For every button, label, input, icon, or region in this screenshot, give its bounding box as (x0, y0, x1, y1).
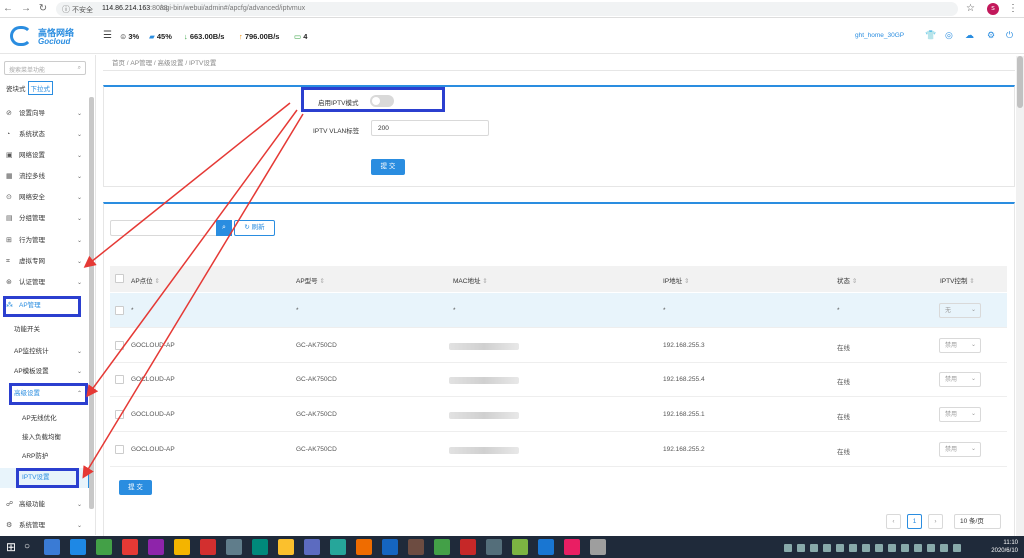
taskbar-app-icon[interactable] (434, 539, 450, 555)
arrow-to-ap-menu (83, 102, 291, 268)
tray-icon[interactable] (901, 544, 909, 552)
annotation-arrows (82, 102, 304, 479)
arrow-to-advanced-menu (86, 109, 298, 398)
taskbar-app-icon[interactable] (70, 539, 86, 555)
taskbar-app-icon[interactable] (252, 539, 268, 555)
taskbar-app-icon[interactable] (96, 539, 112, 555)
taskbar-app-icon[interactable] (330, 539, 346, 555)
tray-icon[interactable] (784, 544, 792, 552)
tray-icon[interactable] (927, 544, 935, 552)
taskbar-app-icon[interactable] (278, 539, 294, 555)
tray-icon[interactable] (823, 544, 831, 552)
taskbar-clock[interactable]: 11:10 2020/6/10 (976, 539, 1018, 555)
tray-icon[interactable] (940, 544, 948, 552)
tray-icon[interactable] (797, 544, 805, 552)
taskbar-app-icon[interactable] (408, 539, 424, 555)
taskbar-app-icon[interactable] (512, 539, 528, 555)
taskbar-app-icon[interactable] (356, 539, 372, 555)
tray-icon[interactable] (875, 544, 883, 552)
tray-icon[interactable] (849, 544, 857, 552)
search-icon[interactable]: ○ (24, 541, 30, 552)
taskbar-app-icon[interactable] (174, 539, 190, 555)
tray-icon[interactable] (836, 544, 844, 552)
taskbar-app-icon[interactable] (148, 539, 164, 555)
windows-start-icon[interactable]: ⊞ (6, 540, 16, 554)
arrow-to-iptv-menu (82, 113, 304, 479)
taskbar-app-icon[interactable] (200, 539, 216, 555)
taskbar-app-icon[interactable] (460, 539, 476, 555)
taskbar-app-icon[interactable] (226, 539, 242, 555)
taskbar-app-icon[interactable] (122, 539, 138, 555)
taskbar-app-icon[interactable] (486, 539, 502, 555)
tray-icon[interactable] (810, 544, 818, 552)
taskbar-app-icon[interactable] (304, 539, 320, 555)
taskbar-app-icon[interactable] (44, 539, 60, 555)
taskbar-app-icon[interactable] (564, 539, 580, 555)
taskbar-app-icon[interactable] (590, 539, 606, 555)
tray-icon[interactable] (953, 544, 961, 552)
taskbar-app-icon[interactable] (538, 539, 554, 555)
tray-icon[interactable] (914, 544, 922, 552)
taskbar-app-icon[interactable] (382, 539, 398, 555)
tray-icon[interactable] (888, 544, 896, 552)
tray-icon[interactable] (862, 544, 870, 552)
